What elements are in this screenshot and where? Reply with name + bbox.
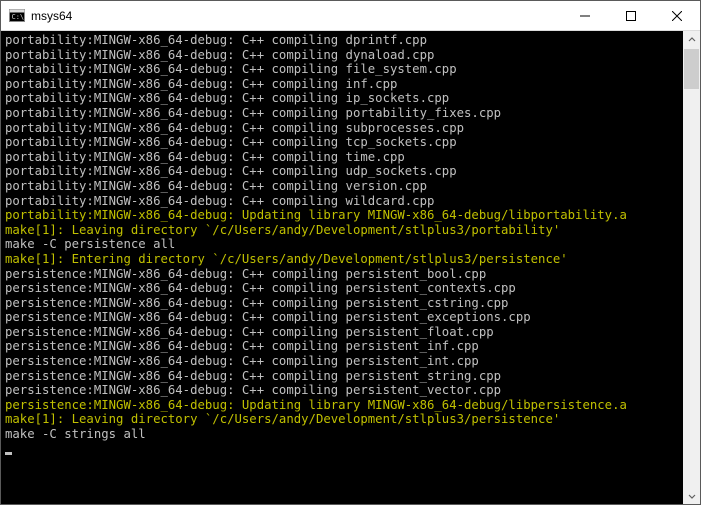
terminal-line: make[1]: Leaving directory `/c/Users/and… xyxy=(5,412,679,427)
title-bar[interactable]: C:\ msys64 xyxy=(1,1,700,31)
terminal-line: portability:MINGW-x86_64-debug: C++ comp… xyxy=(5,121,679,136)
terminal-output[interactable]: portability:MINGW-x86_64-debug: C++ comp… xyxy=(1,31,683,504)
close-icon xyxy=(672,11,682,21)
terminal-line: persistence:MINGW-x86_64-debug: C++ comp… xyxy=(5,281,679,296)
terminal-line: persistence:MINGW-x86_64-debug: C++ comp… xyxy=(5,267,679,282)
scroll-up-button[interactable] xyxy=(683,31,700,48)
terminal-line: portability:MINGW-x86_64-debug: C++ comp… xyxy=(5,135,679,150)
svg-text:C:\: C:\ xyxy=(12,13,25,21)
application-window: C:\ msys64 portability:MINGW-x86_64-debu… xyxy=(0,0,701,505)
scrollbar-thumb[interactable] xyxy=(684,49,699,89)
chevron-up-icon xyxy=(688,36,696,44)
chevron-down-icon xyxy=(688,492,696,500)
terminal-cursor-line xyxy=(5,442,679,457)
terminal-line: portability:MINGW-x86_64-debug: C++ comp… xyxy=(5,33,679,48)
terminal-line: persistence:MINGW-x86_64-debug: C++ comp… xyxy=(5,310,679,325)
vertical-scrollbar[interactable] xyxy=(683,31,700,504)
client-area: portability:MINGW-x86_64-debug: C++ comp… xyxy=(1,31,700,504)
terminal-line: portability:MINGW-x86_64-debug: C++ comp… xyxy=(5,106,679,121)
terminal-line: persistence:MINGW-x86_64-debug: C++ comp… xyxy=(5,325,679,340)
cursor-icon xyxy=(5,452,12,455)
terminal-line: portability:MINGW-x86_64-debug: C++ comp… xyxy=(5,164,679,179)
terminal-line: persistence:MINGW-x86_64-debug: C++ comp… xyxy=(5,354,679,369)
console-icon: C:\ xyxy=(9,8,25,24)
maximize-button[interactable] xyxy=(608,1,654,31)
terminal-line: persistence:MINGW-x86_64-debug: C++ comp… xyxy=(5,339,679,354)
terminal-line: persistence:MINGW-x86_64-debug: Updating… xyxy=(5,398,679,413)
terminal-line: portability:MINGW-x86_64-debug: C++ comp… xyxy=(5,91,679,106)
maximize-icon xyxy=(626,11,636,21)
terminal-line: make[1]: Entering directory `/c/Users/an… xyxy=(5,252,679,267)
terminal-line: portability:MINGW-x86_64-debug: C++ comp… xyxy=(5,62,679,77)
terminal-line: persistence:MINGW-x86_64-debug: C++ comp… xyxy=(5,383,679,398)
terminal-line: make -C strings all xyxy=(5,427,679,442)
terminal-line: portability:MINGW-x86_64-debug: C++ comp… xyxy=(5,194,679,209)
terminal-line: portability:MINGW-x86_64-debug: C++ comp… xyxy=(5,150,679,165)
close-button[interactable] xyxy=(654,1,700,31)
scroll-down-button[interactable] xyxy=(683,487,700,504)
terminal-line: make -C persistence all xyxy=(5,237,679,252)
terminal-line: persistence:MINGW-x86_64-debug: C++ comp… xyxy=(5,296,679,311)
minimize-icon xyxy=(580,11,590,21)
terminal-line: portability:MINGW-x86_64-debug: C++ comp… xyxy=(5,48,679,63)
terminal-line: portability:MINGW-x86_64-debug: Updating… xyxy=(5,208,679,223)
window-title: msys64 xyxy=(31,9,72,23)
terminal-line: portability:MINGW-x86_64-debug: C++ comp… xyxy=(5,179,679,194)
terminal-line: persistence:MINGW-x86_64-debug: C++ comp… xyxy=(5,369,679,384)
terminal-line: make[1]: Leaving directory `/c/Users/and… xyxy=(5,223,679,238)
minimize-button[interactable] xyxy=(562,1,608,31)
terminal-line: portability:MINGW-x86_64-debug: C++ comp… xyxy=(5,77,679,92)
